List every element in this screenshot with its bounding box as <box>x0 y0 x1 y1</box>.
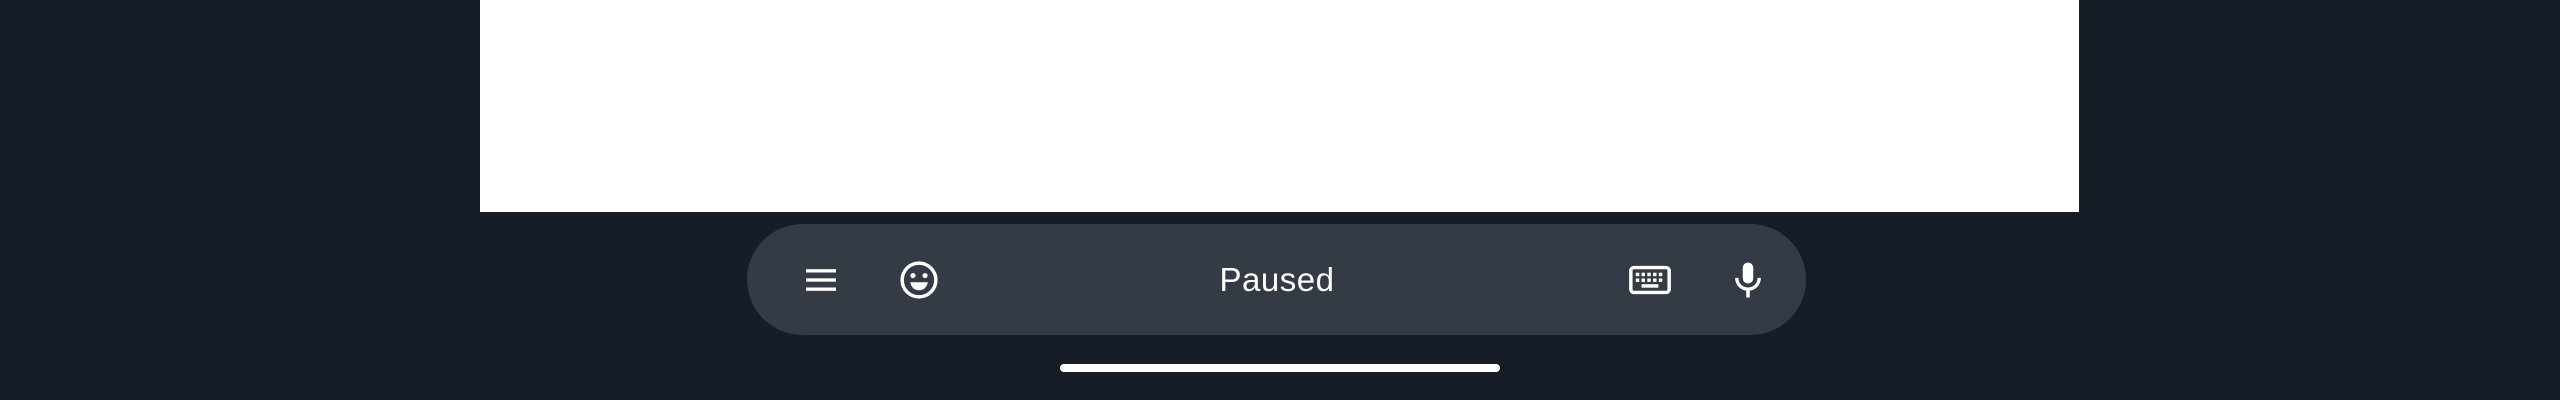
microphone-button[interactable] <box>1712 244 1784 316</box>
bottom-toolbar: Paused <box>747 224 1806 335</box>
hamburger-menu-icon <box>806 269 836 291</box>
emoji-button[interactable] <box>883 244 955 316</box>
remote-content-area[interactable] <box>480 0 2079 212</box>
home-indicator[interactable] <box>1060 364 1500 372</box>
smiley-face-icon <box>900 261 938 299</box>
screen: Paused <box>0 0 2560 400</box>
keyboard-button[interactable] <box>1614 244 1686 316</box>
keyboard-icon <box>1629 265 1671 295</box>
menu-button[interactable] <box>785 244 857 316</box>
microphone-icon <box>1735 262 1761 298</box>
session-status-label: Paused <box>1219 261 1335 298</box>
